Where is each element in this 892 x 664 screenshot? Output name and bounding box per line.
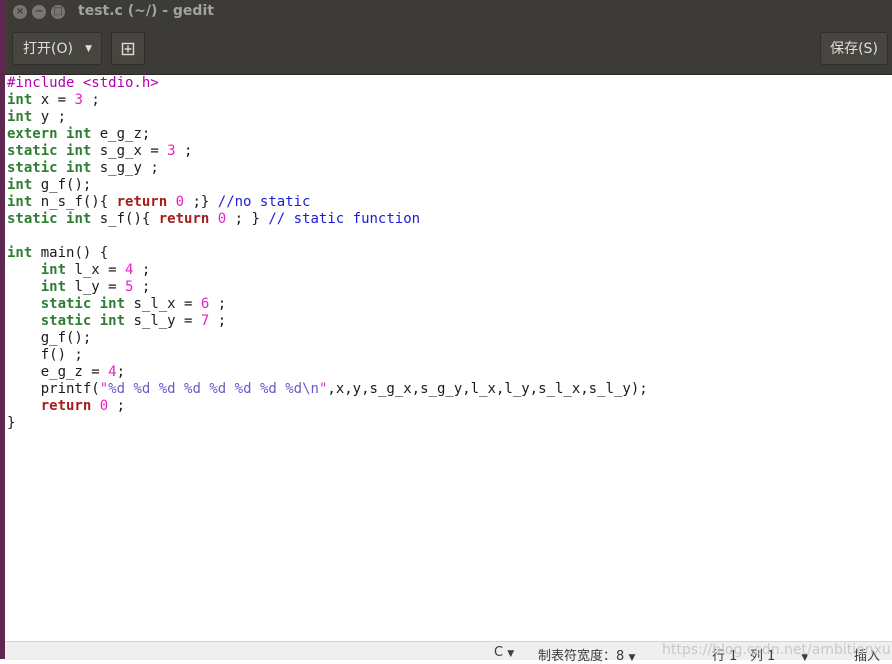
chevron-down-icon: ▼ — [507, 649, 515, 659]
language-selector[interactable]: C ▼ — [494, 645, 514, 660]
save-button-label: 保存(S) — [830, 41, 878, 57]
code-editor[interactable]: #include <stdio.h> int x = 3 ; int y ; e… — [5, 75, 892, 641]
tab-width-label: 制表符宽度： — [538, 649, 617, 664]
tab-width-value: 8 — [616, 649, 625, 664]
language-label: C — [494, 645, 504, 660]
close-window-icon[interactable]: × — [13, 5, 27, 19]
status-bar: C ▼ 制表符宽度：8 ▼ 行 1 列 1 ▼ 插入 https://blog.… — [5, 641, 892, 664]
chevron-down-icon: ▼ — [628, 653, 636, 663]
new-document-icon — [121, 42, 135, 56]
save-button[interactable]: 保存(S) — [820, 32, 888, 65]
open-button-label: 打开(O) — [23, 41, 73, 57]
maximize-window-icon[interactable]: □ — [51, 5, 65, 19]
open-button[interactable]: 打开(O) ▼ — [12, 32, 102, 65]
tab-width-selector[interactable]: 制表符宽度：8 ▼ — [538, 645, 635, 664]
title-bar: × − □ test.c (~/) - gedit — [5, 0, 892, 24]
new-tab-button[interactable] — [111, 32, 145, 65]
chevron-down-icon: ▼ — [85, 44, 92, 54]
window-title: test.c (~/) - gedit — [78, 3, 214, 19]
watermark: https://blog.csdn.net/ambitionxu — [662, 642, 891, 658]
header-bar: 打开(O) ▼ 保存(S) — [5, 24, 892, 75]
minimize-window-icon[interactable]: − — [32, 5, 46, 19]
source-code[interactable]: #include <stdio.h> int x = 3 ; int y ; e… — [7, 75, 648, 432]
